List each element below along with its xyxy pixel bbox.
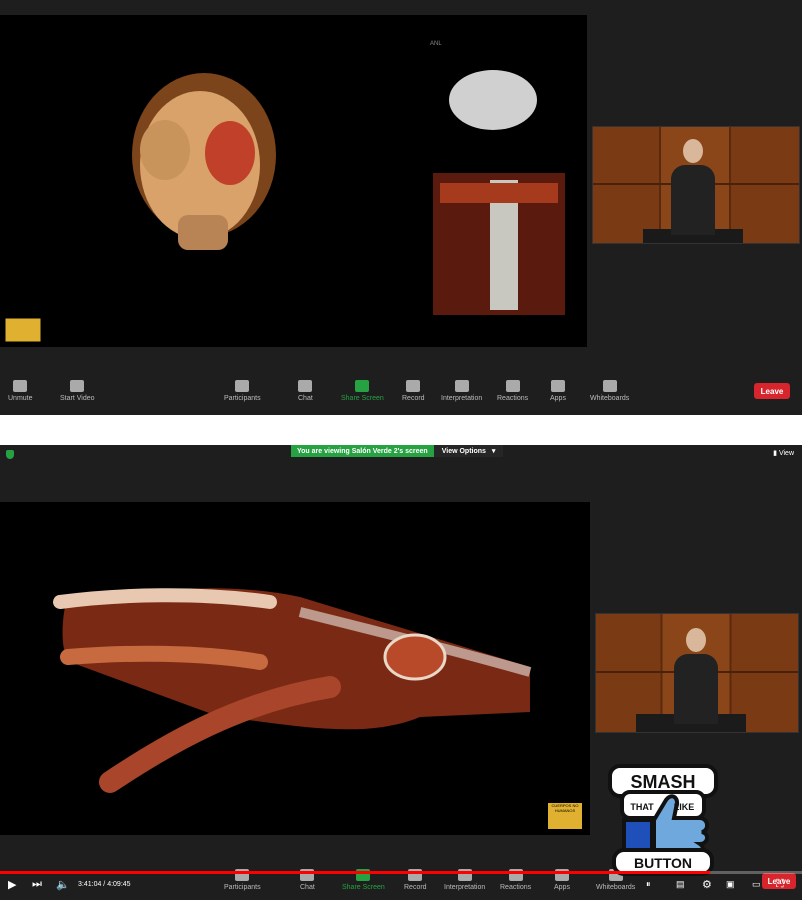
play-icon[interactable]: ▶ bbox=[8, 878, 16, 891]
chevron-down-icon: ▾ bbox=[491, 448, 496, 455]
fullscreen-icon[interactable]: ⛶ bbox=[776, 878, 784, 891]
miniplayer-icon[interactable]: ▣ bbox=[726, 879, 735, 890]
speaker-video bbox=[595, 613, 799, 733]
svg-text:ANL: ANL bbox=[430, 41, 442, 47]
view-button[interactable]: ▮ View bbox=[773, 449, 794, 457]
shared-screen-ct-hand: CUERPOS NO HUMANOS bbox=[0, 502, 590, 835]
smash-like-sticker: SMASH THAT LIKE BUTTON bbox=[606, 760, 720, 878]
toolbar-whiteboards[interactable]: Whiteboards bbox=[590, 380, 629, 402]
apps-icon bbox=[550, 380, 565, 392]
mic-icon bbox=[13, 380, 28, 392]
top-zoom-frame: ANL Unmute Start Video Participants Chat… bbox=[0, 0, 802, 415]
shared-screen-ct-scan: ANL bbox=[0, 15, 587, 347]
leave-button[interactable]: Leave bbox=[754, 383, 790, 399]
globe-icon bbox=[454, 380, 469, 392]
toolbar-record[interactable]: Record bbox=[402, 380, 425, 402]
toolbar-participants[interactable]: Participants bbox=[224, 380, 261, 402]
participants-icon bbox=[235, 380, 250, 392]
view-options-button[interactable]: View Options ▾ bbox=[433, 445, 504, 457]
viewing-screen-label: You are viewing Salón Verde 2's screen bbox=[291, 445, 434, 457]
sticker-that: THAT bbox=[630, 802, 654, 812]
settings-icon[interactable]: ⚙ bbox=[702, 878, 712, 891]
watermark-badge: CUERPOS NO HUMANOS bbox=[547, 802, 583, 830]
toolbar-reactions[interactable]: Reactions bbox=[497, 380, 528, 402]
sticker-like: LIKE bbox=[674, 802, 695, 812]
ct-hand-render bbox=[53, 588, 532, 793]
view-icon: ▮ bbox=[773, 450, 777, 457]
sticker-smash: SMASH bbox=[630, 772, 695, 792]
shield-icon[interactable] bbox=[6, 450, 14, 459]
time-display: 3:41:04 / 4:09:45 bbox=[78, 881, 131, 888]
pause-icon[interactable]: ⏸ bbox=[646, 879, 651, 890]
thumbs-up-icon: SMASH THAT LIKE BUTTON bbox=[608, 764, 718, 876]
toolbar-apps[interactable]: Apps bbox=[550, 380, 566, 402]
ct-scan-render: ANL bbox=[4, 41, 565, 343]
toolbar-chat[interactable]: Chat bbox=[298, 380, 313, 402]
theater-icon[interactable]: ▭ bbox=[752, 879, 761, 890]
record-icon bbox=[406, 380, 421, 392]
reactions-icon bbox=[505, 380, 520, 392]
share-screen-icon bbox=[355, 380, 370, 392]
subtitles-icon[interactable]: ▤ bbox=[676, 879, 685, 890]
video-icon bbox=[70, 380, 85, 392]
toolbar-interpretation[interactable]: Interpretation bbox=[441, 380, 482, 402]
toolbar-share-screen[interactable]: Share Screen bbox=[341, 380, 384, 402]
progress-fill bbox=[0, 871, 710, 874]
whiteboard-icon bbox=[602, 380, 617, 392]
toolbar-unmute[interactable]: Unmute bbox=[8, 380, 33, 402]
progress-bar[interactable] bbox=[0, 871, 802, 874]
toolbar-start-video[interactable]: Start Video bbox=[60, 380, 95, 402]
speaker-video bbox=[592, 126, 800, 244]
chat-icon bbox=[298, 380, 313, 392]
next-icon[interactable]: ⏭ bbox=[32, 878, 42, 891]
sticker-button: BUTTON bbox=[634, 855, 692, 871]
screen-share-banner: You are viewing Salón Verde 2's screen V… bbox=[291, 445, 504, 457]
volume-icon[interactable]: 🔈 bbox=[56, 878, 70, 891]
